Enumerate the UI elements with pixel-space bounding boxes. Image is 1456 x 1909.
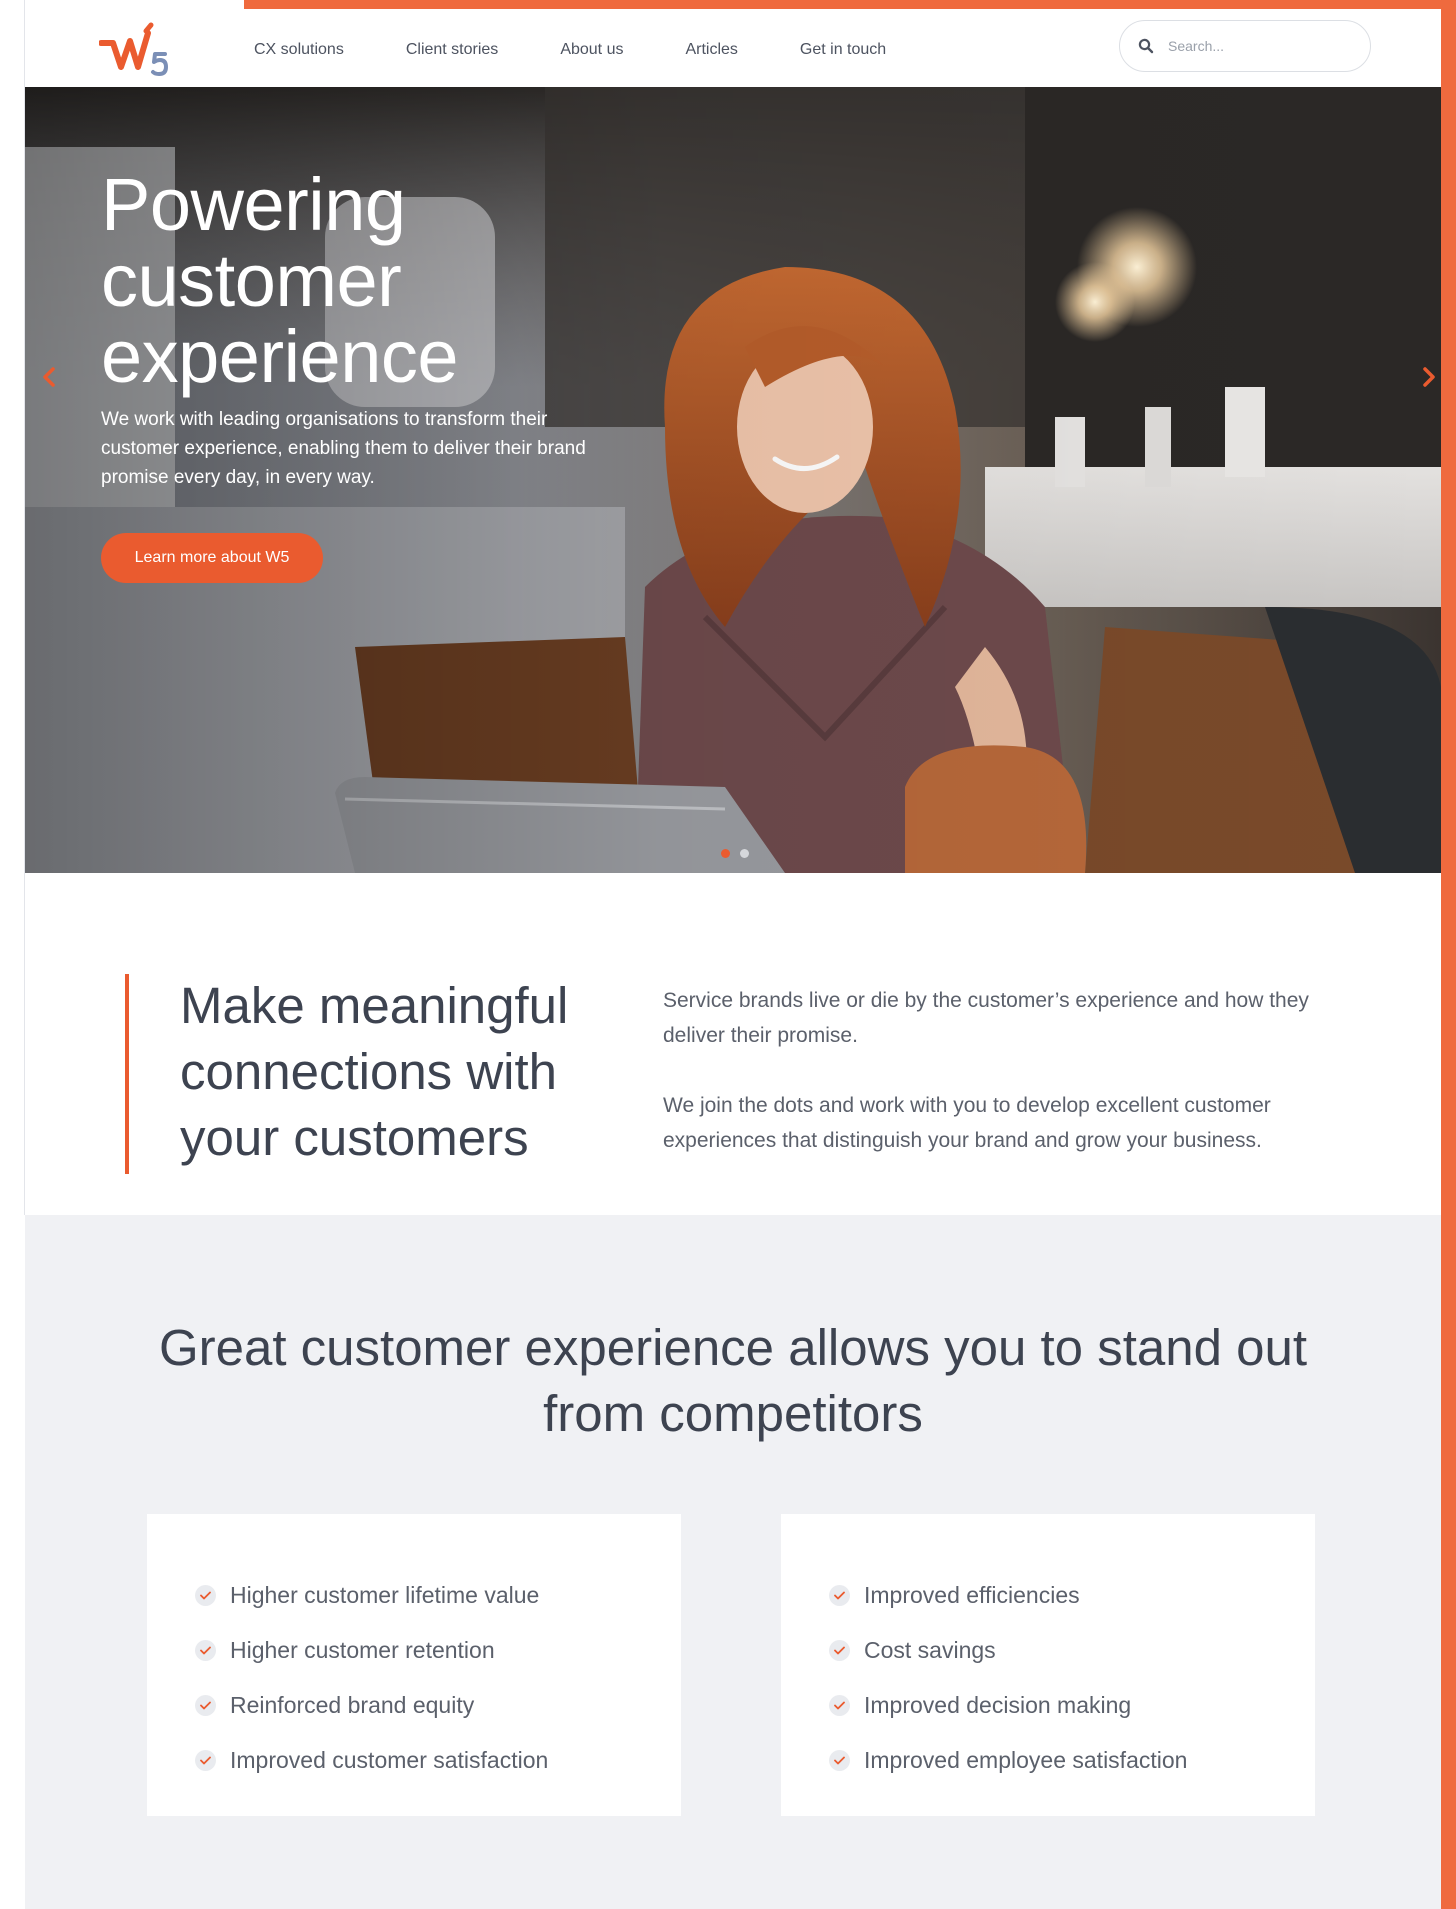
nav-item-about-us[interactable]: About us	[560, 41, 623, 59]
hero-slider: Powering customer experience We work wit…	[25, 87, 1441, 873]
benefit-item: Cost savings	[829, 1623, 1315, 1678]
intro-section: Make meaningful connections with your cu…	[25, 873, 1441, 1215]
w5-logo-icon	[98, 22, 168, 76]
nav-item-articles[interactable]: Articles	[685, 41, 737, 59]
slider-dot-1[interactable]	[721, 849, 730, 858]
learn-more-button[interactable]: Learn more about W5	[101, 533, 323, 583]
benefit-label: Improved employee satisfaction	[864, 1747, 1188, 1773]
site-header: CX solutions Client stories About us Art…	[25, 9, 1441, 87]
slider-dots	[721, 849, 749, 858]
intro-title: Make meaningful connections with your cu…	[180, 977, 569, 1166]
w5-logo[interactable]	[98, 19, 171, 77]
slider-next-arrow[interactable]	[1417, 359, 1441, 395]
check-icon	[195, 1750, 216, 1771]
slider-dot-2[interactable]	[740, 849, 749, 858]
chevron-left-icon	[43, 367, 55, 387]
benefit-item: Improved employee satisfaction	[829, 1733, 1315, 1788]
check-icon	[195, 1640, 216, 1661]
nav-item-client-stories[interactable]: Client stories	[406, 41, 498, 59]
benefit-item: Improved efficiencies	[829, 1568, 1315, 1623]
search-icon	[1138, 38, 1154, 54]
benefit-label: Higher customer lifetime value	[230, 1582, 540, 1608]
intro-accent-bar	[125, 974, 129, 1174]
benefit-label: Cost savings	[864, 1637, 996, 1663]
benefit-item: Improved decision making	[829, 1678, 1315, 1733]
page: CX solutions Client stories About us Art…	[25, 9, 1441, 1909]
benefit-item: Higher customer lifetime value	[195, 1568, 681, 1623]
main-nav: CX solutions Client stories About us Art…	[254, 41, 948, 59]
hero-description: We work with leading organisations to tr…	[101, 409, 586, 488]
benefit-label: Improved decision making	[864, 1692, 1132, 1718]
benefit-label: Higher customer retention	[230, 1637, 495, 1663]
benefits-card-right: Improved efficiencies Cost savings Impro…	[781, 1514, 1315, 1816]
nav-item-cx-solutions[interactable]: CX solutions	[254, 41, 344, 59]
hero-title: Powering customer experience	[101, 163, 459, 398]
search-box[interactable]	[1119, 20, 1371, 72]
intro-paragraph-1: Service brands live or die by the custom…	[663, 989, 1309, 1047]
benefits-card-left: Higher customer lifetime value Higher cu…	[147, 1514, 681, 1816]
search-input[interactable]	[1168, 38, 1348, 54]
benefit-item: Improved customer satisfaction	[195, 1733, 681, 1788]
frame-top-bar	[244, 0, 1456, 9]
benefit-item: Reinforced brand equity	[195, 1678, 681, 1733]
chevron-right-icon	[1423, 367, 1435, 387]
intro-paragraph-2: We join the dots and work with you to de…	[663, 1094, 1271, 1152]
check-icon	[829, 1585, 850, 1606]
benefit-label: Improved efficiencies	[864, 1582, 1080, 1608]
benefits-title: Great customer experience allows you to …	[158, 1319, 1308, 1442]
check-icon	[829, 1695, 850, 1716]
frame-right-bar	[1441, 0, 1456, 1909]
check-icon	[829, 1640, 850, 1661]
benefit-item: Higher customer retention	[195, 1623, 681, 1678]
benefit-label: Improved customer satisfaction	[230, 1747, 549, 1773]
check-icon	[195, 1695, 216, 1716]
slider-prev-arrow[interactable]	[37, 359, 61, 395]
check-icon	[195, 1585, 216, 1606]
benefits-section: Great customer experience allows you to …	[25, 1215, 1441, 1909]
nav-item-get-in-touch[interactable]: Get in touch	[800, 41, 886, 59]
check-icon	[829, 1750, 850, 1771]
benefit-label: Reinforced brand equity	[230, 1692, 475, 1718]
